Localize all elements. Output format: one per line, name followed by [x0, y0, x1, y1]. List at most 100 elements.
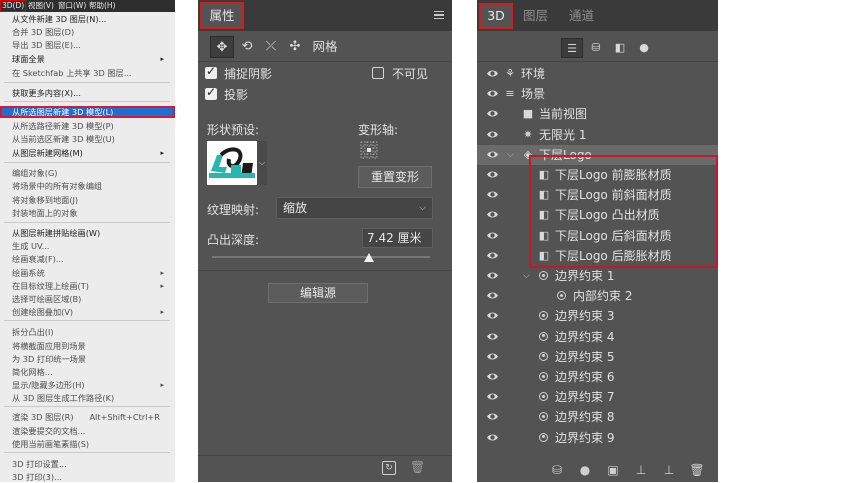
menu-item[interactable]: 从当前选区新建 3D 模型(U)	[12, 133, 170, 145]
tree-row[interactable]: 边界约束 8	[477, 407, 718, 427]
trash-icon[interactable]: 🗑	[689, 462, 705, 478]
menu-item[interactable]: 3D 打印设置...	[12, 458, 170, 470]
add-mesh-icon[interactable]: ⛁	[549, 462, 565, 478]
texture-map-select[interactable]: 缩放 ⌵	[276, 197, 433, 219]
mesh-tab-label[interactable]: 网格	[310, 36, 340, 58]
cast-shadow-checkbox[interactable]	[205, 85, 217, 100]
visibility-eye-icon[interactable]	[486, 269, 499, 282]
tree-row[interactable]: ✷ 无限光 1	[477, 125, 718, 145]
menu-item[interactable]: 从文件新建 3D 图层(N)...	[12, 13, 170, 25]
visibility-eye-icon[interactable]	[486, 309, 499, 322]
invisible-checkbox[interactable]	[372, 67, 384, 79]
tab-layers[interactable]: 图层	[523, 3, 548, 29]
menu-item[interactable]: 绘画衰减(F)...	[12, 253, 170, 265]
menu-item[interactable]: 将横截面应用到场景	[12, 340, 170, 352]
tree-row[interactable]: ■ 当前视图	[477, 104, 718, 124]
mesh-tool-icon[interactable]: ✥	[210, 36, 234, 58]
visibility-eye-icon[interactable]	[486, 289, 499, 302]
menu-item[interactable]: 使用当前画笔素描(S)	[12, 438, 170, 450]
materials-filter-icon[interactable]: ◧	[609, 38, 631, 58]
menu-item[interactable]: 从图层新建拼贴绘画(W)	[12, 227, 170, 239]
menu-help[interactable]: 帮助(H)	[89, 0, 116, 12]
whole-scene-filter-icon[interactable]: ☰	[561, 38, 583, 58]
expand-toggle-icon[interactable]: ⌵	[507, 145, 514, 165]
visibility-eye-icon[interactable]	[486, 229, 499, 242]
visibility-eye-icon[interactable]	[486, 431, 499, 444]
menu-item[interactable]: 创建绘图叠加(V) ▸	[12, 306, 170, 318]
menu-item[interactable]: 从 3D 图层生成工作路径(K)	[12, 392, 170, 404]
menu-item[interactable]: 封装地面上的对象	[12, 207, 170, 219]
add-constraint-icon[interactable]: ⊥	[661, 462, 677, 478]
visibility-eye-icon[interactable]	[486, 148, 499, 161]
tree-row[interactable]: 边界约束 9	[477, 428, 718, 448]
menu-item[interactable]: 渲染要提交的文档...	[12, 425, 170, 437]
render-icon[interactable]: ▣	[605, 462, 621, 478]
shape-preset-thumbnail[interactable]	[207, 141, 257, 185]
menu-item[interactable]: 合并 3D 图层(D)	[12, 26, 170, 38]
menu-item[interactable]: 在 Sketchfab 上共享 3D 图层...	[12, 67, 170, 79]
menu-item[interactable]: 为 3D 打印统一场景	[12, 353, 170, 365]
visibility-eye-icon[interactable]	[486, 168, 499, 181]
extrude-depth-slider[interactable]	[212, 256, 430, 258]
menu-item[interactable]: 球面全景 ▸	[12, 53, 170, 65]
tab-3d[interactable]: 3D	[479, 3, 513, 29]
tree-row[interactable]: 边界约束 5	[477, 347, 718, 367]
menu-item[interactable]: 显示/隐藏多边形(H) ▸	[12, 379, 170, 391]
menu-item[interactable]: 导出 3D 图层(E)...	[12, 39, 170, 51]
catch-shadow-checkbox[interactable]	[205, 64, 217, 79]
menu-item[interactable]: 绘画系统 ▸	[12, 267, 170, 279]
drop-to-ground-icon[interactable]: ⊥	[633, 462, 649, 478]
menu-3d[interactable]: 3D(D)	[0, 0, 27, 12]
menu-window[interactable]: 窗口(W)	[58, 0, 86, 12]
tree-row[interactable]: 边界约束 3	[477, 306, 718, 326]
menu-item[interactable]: 选择可绘画区域(B)	[12, 293, 170, 305]
tree-row[interactable]: 内部约束 2	[477, 286, 718, 306]
tree-row[interactable]: 边界约束 4	[477, 327, 718, 347]
visibility-eye-icon[interactable]	[486, 128, 499, 141]
lights-filter-icon[interactable]: ●	[633, 38, 655, 58]
edit-source-button[interactable]: 编辑源	[268, 283, 368, 303]
tab-channels[interactable]: 通道	[569, 3, 594, 29]
visibility-eye-icon[interactable]	[486, 107, 499, 120]
visibility-eye-icon[interactable]	[486, 188, 499, 201]
tree-row[interactable]: 边界约束 7	[477, 387, 718, 407]
extrude-depth-input[interactable]: 7.42 厘米	[362, 228, 433, 248]
menu-item[interactable]: 渲染 3D 图层(R) Alt+Shift+Ctrl+R	[12, 411, 170, 423]
panel-menu-icon[interactable]	[434, 11, 444, 19]
visibility-eye-icon[interactable]	[486, 87, 499, 100]
visibility-eye-icon[interactable]	[486, 208, 499, 221]
visibility-eye-icon[interactable]	[486, 330, 499, 343]
tab-properties[interactable]: 属性	[200, 2, 244, 29]
visibility-eye-icon[interactable]	[486, 390, 499, 403]
expand-toggle-icon[interactable]: ⌵	[523, 266, 530, 286]
menu-item[interactable]: 将对象移到地面(J)	[12, 194, 170, 206]
menu-item[interactable]: 从图层新建网格(M) ▸	[12, 147, 170, 159]
visibility-eye-icon[interactable]	[486, 249, 499, 262]
add-light-icon[interactable]: ●	[577, 462, 593, 478]
tree-row[interactable]: ⌵ 边界约束 1	[477, 266, 718, 286]
extrude-depth-slider-thumb[interactable]	[363, 253, 374, 262]
trash-icon[interactable]: 🗑	[410, 460, 425, 476]
menu-item[interactable]: 在目标纹理上绘画(T) ▸	[12, 280, 170, 292]
tree-row[interactable]: ⚘ 环境	[477, 64, 718, 84]
menu-item[interactable]: 生成 UV...	[12, 240, 170, 252]
meshes-filter-icon[interactable]: ⛁	[585, 38, 607, 58]
menu-item[interactable]: 从所选路径新建 3D 模型(P)	[12, 120, 170, 132]
coordinates-tool-icon[interactable]: ✣	[284, 36, 306, 58]
render-icon[interactable]: ↻	[382, 461, 396, 475]
shape-preset-dropdown-icon[interactable]: ⌵	[257, 141, 267, 185]
menu-item[interactable]: 拆分凸出(I)	[12, 326, 170, 338]
cap-tool-icon[interactable]: ⤫	[260, 36, 282, 58]
visibility-eye-icon[interactable]	[486, 410, 499, 423]
menu-view[interactable]: 视图(V)	[28, 0, 54, 12]
tree-row[interactable]: 边界约束 6	[477, 367, 718, 387]
visibility-eye-icon[interactable]	[486, 350, 499, 363]
deform-axis-icon[interactable]	[360, 141, 378, 159]
deform-tool-icon[interactable]: ⟲	[236, 36, 258, 58]
menu-item[interactable]: 从所选图层新建 3D 模型(L)	[0, 106, 175, 118]
visibility-eye-icon[interactable]	[486, 370, 499, 383]
menu-item[interactable]: 简化网格...	[12, 366, 170, 378]
menu-item[interactable]: 获取更多内容(X)...	[12, 87, 170, 99]
visibility-eye-icon[interactable]	[486, 67, 499, 80]
tree-row[interactable]: ≡ 场景	[477, 84, 718, 104]
